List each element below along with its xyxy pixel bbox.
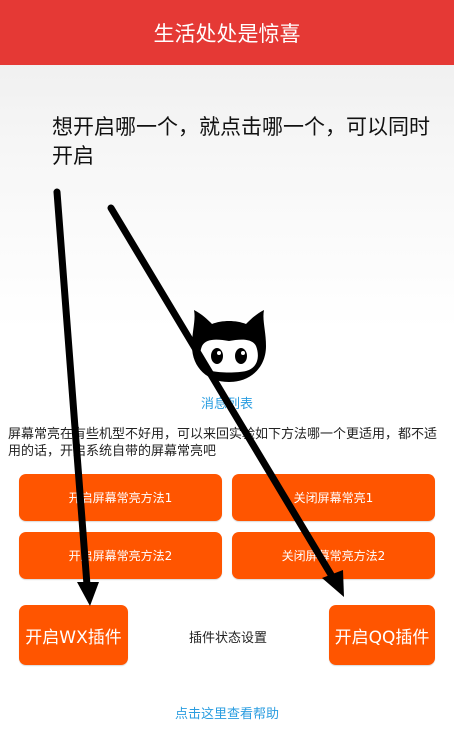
help-link[interactable]: 点击这里查看帮助: [127, 703, 327, 722]
octocat-logo-icon: [192, 310, 266, 382]
screen-off-method-2-button[interactable]: 关闭屏幕常亮方法2: [232, 532, 435, 579]
screen-on-method-1-button[interactable]: 开启屏幕常亮方法1: [19, 474, 222, 521]
qq-plugin-button[interactable]: 开启QQ插件: [329, 605, 435, 665]
screen-on-method-2-button[interactable]: 开启屏幕常亮方法2: [19, 532, 222, 579]
message-list-link[interactable]: 消息列表: [177, 393, 277, 412]
arrow-to-wx-line: [53, 188, 91, 589]
hint-text: 想开启哪一个，就点击哪一个，可以同时开启: [52, 115, 430, 168]
plugin-status-label: 插件状态设置: [188, 631, 267, 646]
arrow-to-wx-head: [77, 582, 99, 606]
screen-on-description: 屏幕常亮在有些机型不好用，可以来回实验如下方法哪一个更适用，都不适用的话，开启系…: [8, 427, 438, 459]
wx-plugin-button[interactable]: 开启WX插件: [19, 605, 128, 665]
app-title: 生活处处是惊喜: [153, 21, 301, 46]
title-bar: 生活处处是惊喜: [0, 0, 454, 65]
screen-off-1-button[interactable]: 关闭屏幕常亮1: [232, 474, 435, 521]
